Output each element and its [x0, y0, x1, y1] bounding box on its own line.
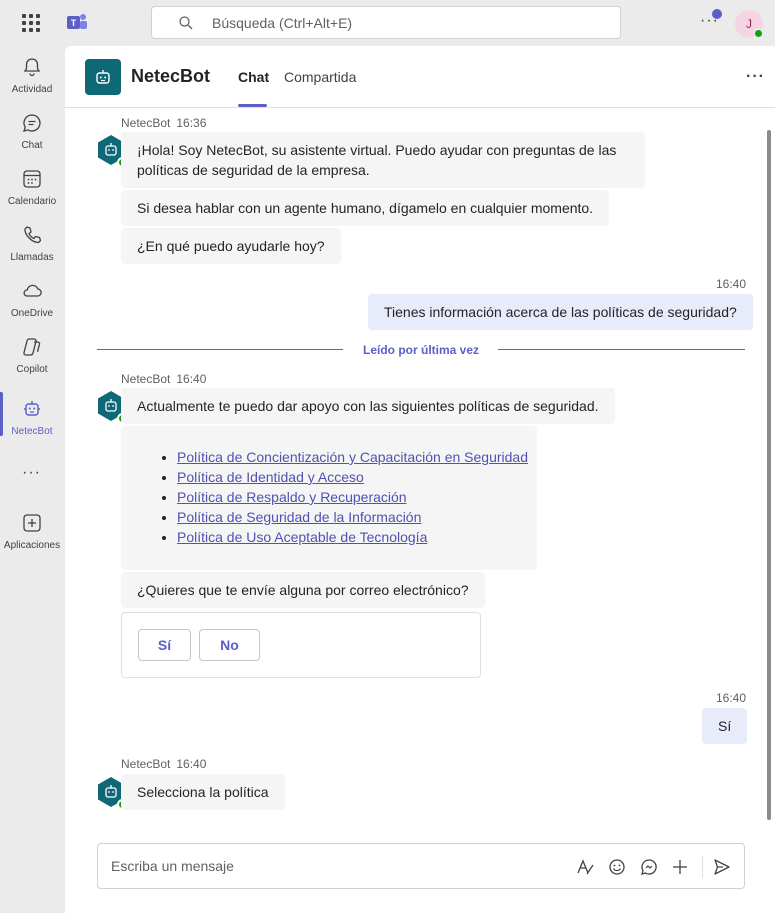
timestamp: 16:40 — [176, 757, 207, 771]
rail-item-llamadas[interactable]: Llamadas — [0, 220, 64, 274]
tab-compartida[interactable]: Compartida — [284, 69, 356, 85]
notification-dot — [712, 9, 722, 19]
message-bubble-sent: Tienes información acerca de las polític… — [368, 294, 753, 330]
message-bubble: Actualmente te puedo dar apoyo con las s… — [121, 388, 615, 424]
cloud-icon — [23, 284, 42, 297]
teams-logo-icon: T — [67, 14, 87, 29]
rail-item-aplicaciones[interactable]: Aplicaciones — [0, 508, 64, 562]
bell-icon — [23, 58, 41, 77]
search-placeholder: Búsqueda (Ctrl+Alt+E) — [212, 15, 353, 31]
message-bubble: ¿En qué puedo ayudarle hoy? — [121, 228, 341, 264]
rail-item-copilot[interactable]: Copilot — [0, 332, 64, 386]
divider-line — [97, 349, 343, 350]
active-tab-indicator — [238, 104, 267, 107]
policy-link[interactable]: Política de Uso Aceptable de Tecnología — [177, 529, 427, 545]
chat-header: NetecBot Chat Compartida ··· — [65, 46, 775, 108]
list-item: Política de Seguridad de la Información — [177, 507, 528, 527]
timestamp: 16:40 — [176, 372, 207, 386]
message-bubble: ¡Hola! Soy NetecBot, su asistente virtua… — [121, 132, 645, 188]
more-options-icon[interactable]: ··· — [746, 68, 765, 86]
timestamp: 16:40 — [716, 277, 747, 291]
message-meta: NetecBot 16:40 — [121, 757, 206, 771]
copilot-icon — [23, 338, 41, 356]
divider-line — [498, 349, 745, 350]
last-read-divider: Leído por última vez — [363, 343, 480, 357]
rail-item-netecbot[interactable]: NetecBot — [0, 394, 64, 448]
list-item: Política de Concientización y Capacitaci… — [177, 447, 528, 467]
list-item: Política de Respaldo y Recuperación — [177, 487, 528, 507]
rail-item-onedrive[interactable]: OneDrive — [0, 276, 64, 330]
format-icon[interactable] — [575, 857, 595, 877]
yes-button[interactable]: Sí — [138, 629, 191, 661]
message-bubble-sent: Sí — [702, 708, 748, 744]
top-bar: T Búsqueda (Ctrl+Alt+E) ··· J — [0, 0, 775, 46]
message-bubble: Selecciona la política — [121, 774, 285, 810]
policy-link[interactable]: Política de Respaldo y Recuperación — [177, 489, 407, 505]
chat-panel: NetecBot Chat Compartida ··· NetecBot 16:… — [65, 46, 775, 913]
rail-label: Actividad — [11, 84, 53, 95]
scrollbar[interactable] — [767, 130, 771, 820]
phone-icon — [24, 226, 42, 244]
add-app-icon — [23, 514, 41, 532]
message-bubble: ¿Quieres que te envíe alguna por correo … — [121, 572, 485, 608]
message-compose-box[interactable]: Escriba un mensaje — [97, 843, 745, 889]
policy-links-card: Política de Concientización y Capacitaci… — [121, 426, 537, 570]
sender-name: NetecBot — [121, 116, 171, 130]
rail-item-actividad[interactable]: Actividad — [0, 52, 64, 106]
rail-item-calendario[interactable]: Calendario — [0, 164, 64, 218]
rail-label: NetecBot — [11, 426, 53, 437]
message-meta: NetecBot 16:40 — [121, 372, 206, 386]
app-launcher-icon[interactable] — [22, 14, 40, 32]
sender-name: NetecBot — [121, 372, 171, 386]
calendar-icon — [23, 170, 41, 188]
policy-link[interactable]: Política de Seguridad de la Información — [177, 509, 421, 525]
send-icon[interactable] — [712, 857, 732, 877]
timestamp: 16:40 — [716, 691, 747, 705]
add-icon[interactable] — [670, 857, 690, 877]
rail-label: OneDrive — [10, 308, 54, 319]
presence-status-icon — [753, 28, 764, 39]
rail-label: Aplicaciones — [3, 540, 61, 551]
rail-item-chat[interactable]: Chat — [0, 108, 64, 162]
toolbar-separator — [702, 856, 703, 878]
tab-chat[interactable]: Chat — [238, 69, 269, 85]
message-bubble: Si desea hablar con un agente humano, dí… — [121, 190, 610, 226]
emoji-icon[interactable] — [607, 857, 627, 877]
policy-link[interactable]: Política de Concientización y Capacitaci… — [177, 449, 528, 465]
timestamp: 16:36 — [176, 116, 207, 130]
policy-list: Política de Concientización y Capacitaci… — [177, 447, 528, 547]
rail-label: Llamadas — [10, 252, 54, 263]
choice-card: Sí No — [121, 612, 481, 678]
svg-text:T: T — [71, 18, 77, 28]
no-button[interactable]: No — [199, 629, 260, 661]
rail-label: Calendario — [7, 196, 57, 207]
policy-link[interactable]: Política de Identidad y Acceso — [177, 469, 364, 485]
rail-label: Chat — [21, 140, 43, 151]
more-apps-icon[interactable]: ··· — [22, 464, 41, 482]
sender-name: NetecBot — [121, 757, 171, 771]
search-input[interactable]: Búsqueda (Ctrl+Alt+E) — [151, 6, 621, 39]
app-rail: Actividad Chat Calendario Llamadas OneDr… — [0, 46, 64, 913]
bot-icon — [96, 70, 110, 84]
chat-icon — [23, 114, 41, 132]
message-meta: NetecBot 16:36 — [121, 116, 206, 130]
chat-title: NetecBot — [131, 66, 211, 86]
compose-placeholder: Escriba un mensaje — [111, 858, 234, 874]
rail-label: Copilot — [16, 364, 48, 375]
list-item: Política de Uso Aceptable de Tecnología — [177, 527, 528, 547]
bot-avatar-tile — [85, 59, 121, 95]
loop-icon[interactable] — [639, 857, 659, 877]
list-item: Política de Identidad y Acceso — [177, 467, 528, 487]
bot-icon — [24, 401, 40, 416]
search-icon — [179, 16, 193, 30]
